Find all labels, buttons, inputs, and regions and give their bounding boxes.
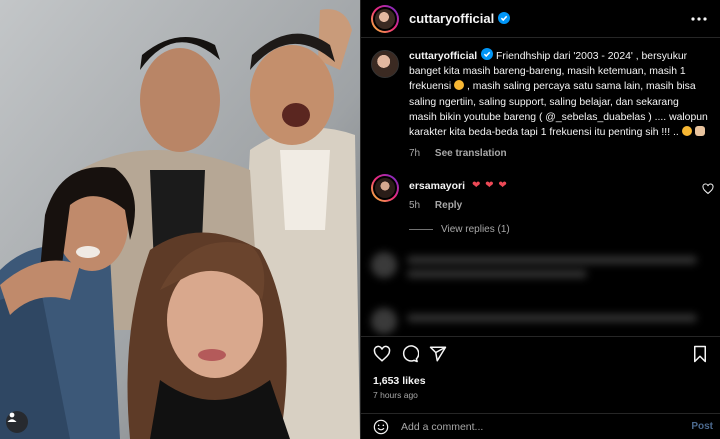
see-translation-link[interactable]: See translation [435,148,507,159]
blurred-comments [361,244,720,336]
heart-icon[interactable] [373,345,391,363]
emoji-icon[interactable] [373,419,389,435]
post-photo[interactable] [0,0,360,439]
post-header: cuttaryofficial [361,0,720,38]
more-icon[interactable] [689,11,709,27]
post-comment-button[interactable]: Post [691,421,713,432]
likes-count[interactable]: 1,653 likes [373,375,426,387]
author-username[interactable]: cuttaryofficial [409,11,511,26]
verified-icon [498,12,511,24]
add-comment-bar: Post [361,413,720,439]
caption-meta: 7h See translation [409,148,519,159]
posted-time: 7 hours ago [373,390,418,400]
share-icon[interactable] [429,345,447,363]
heart-icon[interactable] [702,183,714,195]
bookmark-icon[interactable] [691,345,709,363]
commenter-avatar[interactable] [371,174,399,202]
smiling-face-emoji-icon [454,80,465,91]
reply-link[interactable]: Reply [435,200,462,211]
hand-emoji-icon [694,126,705,137]
post-side-panel: cuttaryofficial cuttaryofficial Friendhs… [360,0,720,439]
author-avatar[interactable] [371,4,399,33]
view-replies-button[interactable]: View replies (1) [409,224,510,235]
comment-meta: 5h Reply [409,200,474,211]
comment-icon[interactable] [401,345,419,363]
caption-time: 7h [409,148,421,159]
caption-username[interactable]: cuttaryofficial [409,51,477,62]
comment-input[interactable] [401,418,661,436]
view-replies-label: View replies (1) [441,224,510,235]
post-actions [361,336,720,370]
commenter-username[interactable]: ersamayori [409,180,465,192]
caption-body-2: , masih saling percaya satu sama lain, m… [409,81,708,139]
caption-text: cuttaryofficial Friendhship dari '2003 -… [409,48,709,140]
comment-time: 5h [409,200,421,211]
reply-line-divider [409,229,433,230]
comment-hearts: ❤ ❤ ❤ [472,180,508,191]
caption-avatar[interactable] [371,50,399,78]
comment-item: ersamayori ❤ ❤ ❤ 5h Reply [371,174,716,214]
grinning-face-emoji-icon [681,126,692,137]
verified-icon [481,48,494,60]
group-photo-illustration [0,0,360,439]
user-tag-icon[interactable] [6,411,28,433]
